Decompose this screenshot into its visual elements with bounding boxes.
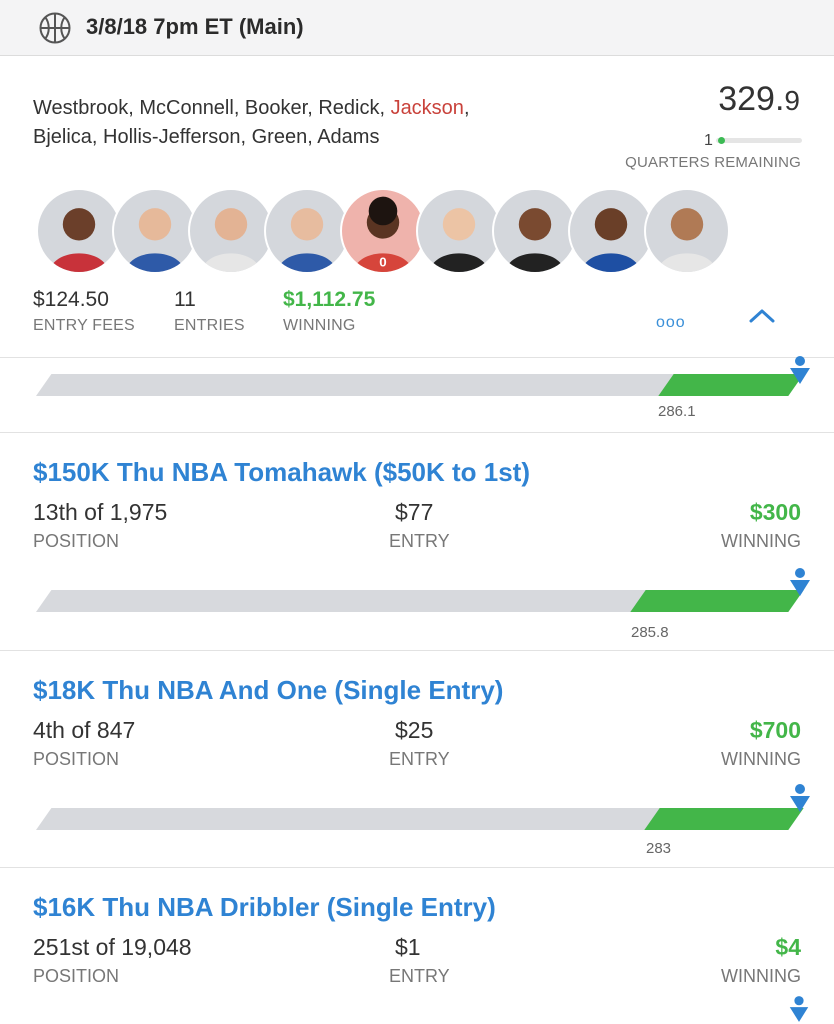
progress-bar: 286.1: [0, 356, 834, 436]
entry-label: ENTRY: [389, 749, 450, 769]
entries-label: ENTRIES: [174, 317, 245, 334]
progress-track: [36, 374, 680, 396]
lineup-players: Westbrook, McConnell, Booker, Redick, Ja…: [33, 94, 593, 152]
winning-stat: $1,112.75 WINNING: [283, 288, 375, 335]
contest-name[interactable]: $16K Thu NBA Dribbler (Single Entry): [33, 892, 496, 923]
player-avatar[interactable]: [492, 188, 578, 274]
contest-card[interactable]: $16K Thu NBA Dribbler (Single Entry) 251…: [0, 867, 834, 1024]
progress-bar: 283: [0, 784, 834, 870]
score-decimal: 9: [784, 85, 800, 116]
score-main: 329.: [718, 80, 785, 118]
player-avatar[interactable]: [112, 188, 198, 274]
players-comma: ,: [463, 97, 470, 119]
position-value: 4th of 847: [33, 717, 136, 743]
position-label: POSITION: [33, 749, 120, 769]
progress-bar: 285.8: [0, 568, 834, 652]
progress-value: 283: [646, 840, 672, 857]
player-avatar[interactable]: [416, 188, 502, 274]
entries-value: 11: [174, 288, 196, 311]
progress-fill: [644, 808, 804, 830]
player-avatar-highlighted[interactable]: 0: [340, 188, 426, 274]
position-value: 251st of 19,048: [33, 934, 192, 960]
contest-name[interactable]: $150K Thu NBA Tomahawk ($50K to 1st): [33, 457, 530, 488]
more-options-icon[interactable]: ooo: [656, 314, 686, 332]
entry-value: $1: [395, 934, 421, 960]
entry-label: ENTRY: [389, 531, 450, 551]
progress-track: [36, 590, 652, 612]
entry-fees-label: ENTRY FEES: [33, 317, 135, 334]
progress-fill: [658, 374, 804, 396]
user-marker-icon: [790, 568, 810, 596]
player-avatar[interactable]: [188, 188, 274, 274]
players-line1: Westbrook, McConnell, Booker, Redick,: [33, 97, 391, 119]
position-label: POSITION: [33, 531, 120, 551]
slate-header[interactable]: 3/8/18 7pm ET (Main): [0, 0, 834, 56]
player-avatar[interactable]: [644, 188, 730, 274]
entries-stat: 11 ENTRIES: [174, 288, 245, 335]
lineup-score: 329.9: [718, 80, 800, 119]
progress-fill: [630, 590, 804, 612]
progress-value: 285.8: [631, 624, 669, 641]
winning-label: WINNING: [721, 966, 801, 986]
basketball-icon: [39, 12, 71, 44]
user-marker-icon: [790, 356, 810, 384]
contest-name[interactable]: $18K Thu NBA And One (Single Entry): [33, 675, 503, 706]
contest-card[interactable]: $150K Thu NBA Tomahawk ($50K to 1st) 13t…: [0, 432, 834, 574]
winning-value: $4: [775, 934, 801, 960]
quarters-remaining-dot: [718, 137, 725, 144]
position-label: POSITION: [33, 966, 120, 986]
entry-label: ENTRY: [389, 966, 450, 986]
slate-title: 3/8/18 7pm ET (Main): [86, 14, 304, 39]
winning-label: WINNING: [283, 317, 356, 334]
progress-value: 286.1: [658, 403, 696, 420]
quarters-remaining-value: 1: [704, 132, 713, 149]
winning-value: $1,112.75: [283, 288, 376, 311]
entry-fees-stat: $124.50 ENTRY FEES: [33, 288, 135, 335]
entry-value: $25: [395, 717, 434, 743]
avatar-badge: 0: [379, 254, 386, 269]
user-marker-icon: [789, 996, 809, 1022]
player-avatar[interactable]: [264, 188, 350, 274]
lineup-card[interactable]: Westbrook, McConnell, Booker, Redick, Ja…: [0, 56, 834, 358]
user-marker-icon: [790, 784, 810, 812]
winning-label: WINNING: [721, 749, 801, 769]
quarters-remaining-label: QUARTERS REMAINING: [625, 154, 801, 171]
entry-value: $77: [395, 499, 434, 525]
winning-value: $700: [749, 717, 801, 743]
winning-value: $300: [749, 499, 801, 525]
position-value: 13th of 1,975: [33, 499, 168, 525]
player-avatar[interactable]: [568, 188, 654, 274]
players-line2: Bjelica, Hollis-Jefferson, Green, Adams: [33, 126, 380, 148]
player-avatar[interactable]: [36, 188, 122, 274]
contest-card[interactable]: $18K Thu NBA And One (Single Entry) 4th …: [0, 650, 834, 792]
winning-label: WINNING: [721, 531, 801, 551]
progress-track: [36, 808, 666, 830]
entry-fees-value: $124.50: [33, 288, 109, 311]
quarters-remaining-track: [716, 138, 802, 143]
chevron-up-icon[interactable]: [747, 306, 777, 326]
player-highlighted: Jackson: [390, 97, 464, 119]
